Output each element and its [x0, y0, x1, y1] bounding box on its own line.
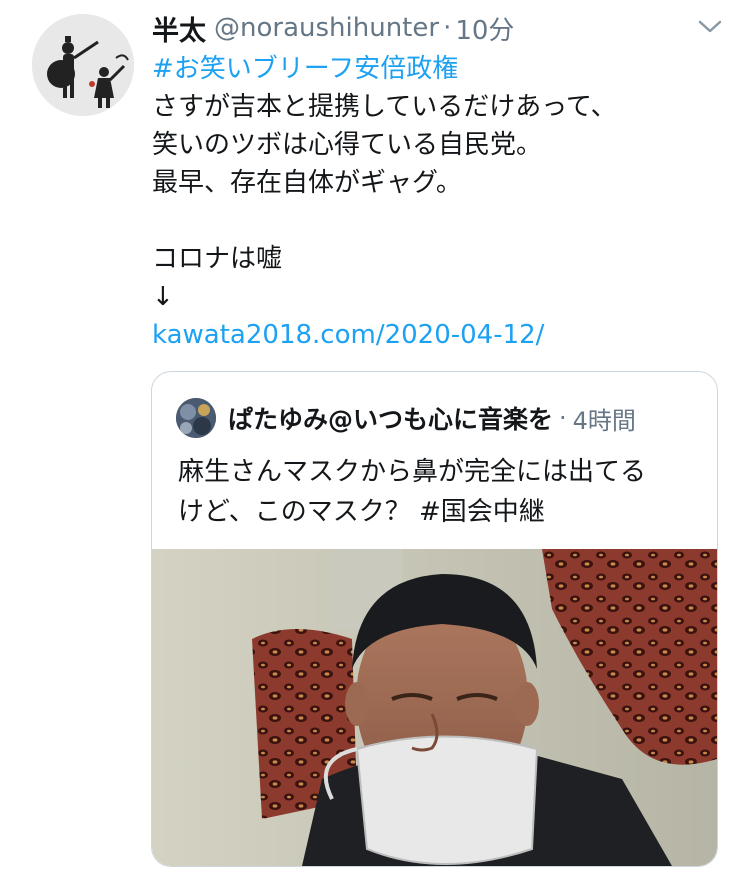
text-line: 麻生さんマスクから鼻が完全には出てる [178, 457, 647, 487]
timestamp[interactable]: 10分 [455, 10, 514, 47]
tweet-header: 半太 @noraushihunter · 10分 [152, 8, 514, 48]
separator: · [559, 404, 567, 432]
quoted-tweet-text: 麻生さんマスクから鼻が完全には出てる けど、このマスク？ #国会中継 [178, 452, 698, 532]
text-line: コロナは嘘 [152, 244, 283, 274]
text-line: 最早、存在自体がギャグ。 [152, 168, 462, 198]
tweet-text: #お笑いブリーフ安倍政権 さすが吉本と提携しているだけあって、 笑いのツボは心得… [152, 50, 732, 354]
author-name[interactable]: 半太 [152, 9, 206, 48]
quoted-tweet[interactable]: ぱたゆみ@いつも心に音楽を · 4時間 麻生さんマスクから鼻が完全には出てる け… [151, 371, 718, 867]
attached-photo[interactable] [152, 549, 717, 866]
quoted-author-name: ぱたゆみ@いつも心に音楽を [228, 405, 554, 434]
text-line: さすが吉本と提携しているだけあって、 [152, 92, 617, 122]
author-avatar[interactable] [32, 14, 134, 116]
text-line: ↓ [152, 282, 174, 312]
chevron-down-icon[interactable] [690, 10, 730, 44]
text-line: 笑いのツボは心得ている自民党。 [152, 130, 543, 160]
url-link[interactable]: kawata2018.com/2020-04-12/ [152, 316, 732, 354]
tweet[interactable]: 半太 @noraushihunter · 10分 #お笑いブリーフ安倍政権 さす… [0, 0, 750, 876]
text-line [152, 202, 732, 240]
text-line: けど、このマスク？ #国会中継 [178, 497, 545, 527]
hashtag-link[interactable]: #お笑いブリーフ安倍政権 [152, 50, 732, 88]
quoted-author-avatar [176, 398, 216, 438]
quoted-timestamp: 4時間 [572, 406, 636, 435]
author-handle[interactable]: @noraushihunter [214, 13, 439, 43]
quoted-tweet-header: ぱたゆみ@いつも心に音楽を · 4時間 [176, 396, 636, 440]
separator: · [443, 13, 452, 43]
